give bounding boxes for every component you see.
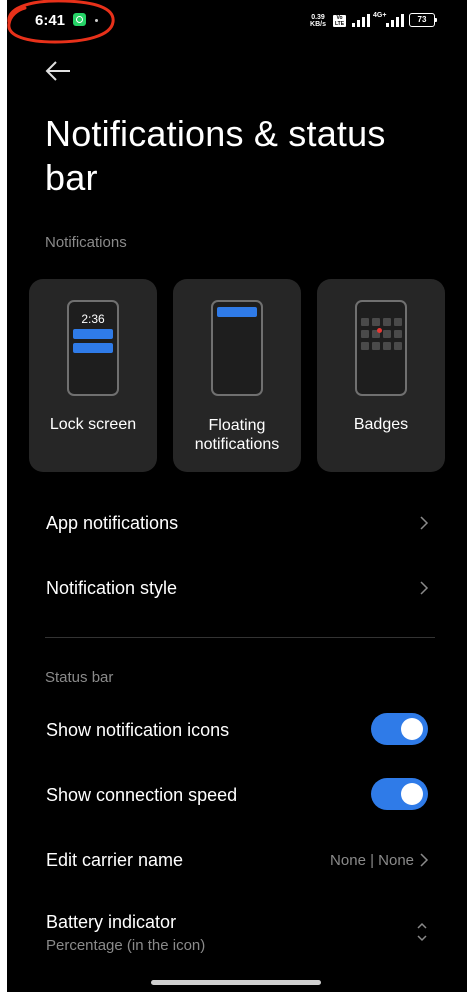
row-label: Show connection speed — [46, 785, 238, 805]
preview-time: 2:36 — [81, 312, 105, 326]
app-icon — [394, 342, 402, 350]
preview-floating-bar — [217, 307, 257, 317]
row-label: Show notification icons — [46, 720, 230, 740]
badges-preview-icon — [355, 300, 407, 396]
preview-notification-bar — [73, 329, 113, 339]
settings-screen: 6:41 0.39 KB/s Vo LTE 4G+ 73 Notificatio… — [7, 0, 467, 992]
toggle-show-connection-speed[interactable] — [371, 778, 428, 810]
red-circle-annotation — [7, 0, 115, 44]
section-label-status-bar: Status bar — [45, 669, 114, 686]
row-edit-carrier-name[interactable]: Edit carrier name None | None — [7, 837, 467, 883]
app-icon — [394, 318, 402, 326]
connection-speed: 0.39 KB/s — [307, 14, 329, 28]
app-icon — [361, 318, 369, 326]
speed-value: 0.39 — [311, 14, 325, 21]
signal-icon-2 — [386, 14, 404, 27]
tile-lock-screen[interactable]: 2:36 Lock screen — [29, 279, 157, 472]
chevron-up-down-icon — [417, 922, 427, 942]
app-icon — [383, 342, 391, 350]
app-icon — [361, 342, 369, 350]
tile-label: Floating notifications — [194, 417, 280, 453]
toggle-knob — [401, 718, 423, 740]
chevron-right-icon — [420, 516, 429, 530]
battery-icon: 73 — [409, 13, 437, 27]
tile-label: Lock screen — [49, 416, 137, 433]
section-label-notifications: Notifications — [45, 234, 127, 251]
app-icon — [361, 330, 369, 338]
app-icon — [372, 342, 380, 350]
app-icon — [383, 318, 391, 326]
row-label: Edit carrier name — [46, 850, 184, 870]
row-label: Notification style — [46, 578, 178, 598]
tile-floating-notifications[interactable]: Floating notifications — [173, 279, 301, 472]
speed-unit: KB/s — [310, 21, 326, 28]
status-bar: 6:41 0.39 KB/s Vo LTE 4G+ 73 — [7, 0, 467, 44]
tile-badges[interactable]: Badges — [317, 279, 445, 472]
carrier-name-value: None | None — [330, 852, 414, 869]
chevron-right-icon — [420, 853, 429, 867]
toggle-show-notification-icons[interactable] — [371, 713, 428, 745]
row-app-notifications[interactable]: App notifications — [7, 500, 467, 546]
battery-indicator-value: Percentage (in the icon) — [46, 937, 206, 954]
app-icon — [372, 318, 380, 326]
chevron-right-icon — [420, 581, 429, 595]
row-label: App notifications — [46, 513, 179, 533]
app-icon — [394, 330, 402, 338]
preview-notification-bar — [73, 343, 113, 353]
page-title: Notifications & status bar — [45, 113, 386, 198]
volte-icon: Vo LTE — [333, 15, 346, 27]
row-battery-indicator[interactable]: Battery indicator Percentage (in the ico… — [7, 900, 467, 964]
row-label: Battery indicator — [46, 912, 177, 932]
divider — [45, 637, 435, 638]
badge-dot-icon — [377, 328, 382, 333]
tile-label: Badges — [353, 416, 409, 433]
row-show-connection-speed[interactable]: Show connection speed — [7, 772, 467, 818]
row-show-notification-icons[interactable]: Show notification icons — [7, 707, 467, 753]
back-arrow-icon[interactable] — [43, 56, 73, 86]
app-icon — [383, 330, 391, 338]
toggle-knob — [401, 783, 423, 805]
home-indicator[interactable] — [151, 980, 321, 985]
lock-screen-preview-icon: 2:36 — [67, 300, 119, 396]
floating-notification-preview-icon — [211, 300, 263, 396]
row-notification-style[interactable]: Notification style — [7, 565, 467, 611]
signal-icon — [352, 14, 370, 27]
